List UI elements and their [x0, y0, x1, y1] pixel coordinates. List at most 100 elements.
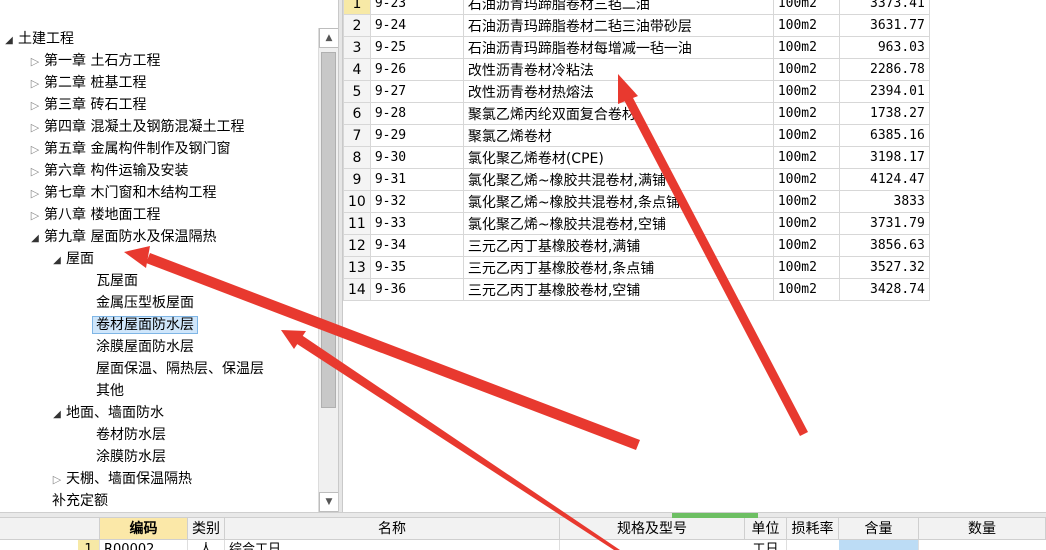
table-row[interactable]: 13 9-35 三元乙丙丁基橡胶卷材,条点铺 100m2 3527.32	[343, 256, 930, 279]
tree-item-label[interactable]: 第七章 木门窗和木结构工程	[44, 185, 216, 201]
tree-item[interactable]: ▷ 天棚、墙面保温隔热	[52, 468, 192, 490]
quota-unit[interactable]: 100m2	[772, 146, 840, 169]
quota-code[interactable]: 9-32	[369, 190, 464, 213]
tree-item-label[interactable]: 第六章 构件运输及安装	[44, 163, 188, 179]
quota-name[interactable]: 三元乙丙丁基橡胶卷材,满铺	[462, 234, 774, 257]
collapsed-triangle-icon[interactable]: ▷	[30, 95, 40, 117]
tree-item[interactable]: ◢ 第九章 屋面防水及保温隔热	[30, 226, 216, 248]
quota-price[interactable]: 963.03	[838, 36, 930, 59]
table-row[interactable]: 9 9-31 氯化聚乙烯~橡胶共混卷材,满铺 100m2 4124.47	[343, 168, 930, 191]
resource-type[interactable]: 人	[188, 540, 225, 550]
scroll-down-button[interactable]: ▼	[319, 492, 339, 512]
column-header-type[interactable]: 类别	[188, 518, 225, 540]
quota-unit[interactable]: 100m2	[772, 256, 840, 279]
row-number[interactable]: 14	[343, 278, 371, 301]
resource-content[interactable]	[839, 540, 919, 550]
quota-price[interactable]: 3198.17	[838, 146, 930, 169]
quota-unit[interactable]: 100m2	[772, 190, 840, 213]
tree-item-label[interactable]: 第九章 屋面防水及保温隔热	[44, 229, 216, 245]
quota-code[interactable]: 9-26	[369, 58, 464, 81]
collapsed-triangle-icon[interactable]: ▷	[30, 161, 40, 183]
row-number[interactable]: 11	[343, 212, 371, 235]
tree-item[interactable]: ▷ 第七章 木门窗和木结构工程	[30, 182, 217, 205]
row-number[interactable]: 13	[343, 256, 371, 279]
quota-name[interactable]: 聚氯乙烯卷材	[462, 124, 774, 147]
tree-item-label[interactable]: 屋面保温、隔热层、保温层	[96, 361, 264, 377]
quota-price[interactable]: 6385.16	[838, 124, 930, 147]
quota-code[interactable]: 9-30	[369, 146, 464, 169]
expanded-triangle-icon[interactable]: ◢	[52, 404, 62, 426]
tree-item[interactable]: 涂膜屋面防水层	[96, 336, 194, 358]
row-number[interactable]: 2	[343, 14, 371, 37]
tree-item[interactable]: ▷ 第一章 土石方工程	[30, 50, 161, 72]
quota-name[interactable]: 改性沥青卷材热熔法	[462, 80, 774, 103]
row-number[interactable]: 12	[343, 234, 371, 257]
scrollbar-thumb[interactable]	[321, 52, 336, 408]
table-row[interactable]: 2 9-24 石油沥青玛蹄脂卷材二毡三油带砂层 100m2 3631.77	[343, 14, 930, 37]
quota-unit[interactable]: 100m2	[772, 0, 840, 15]
tree-scrollbar[interactable]: ▲ ▼	[318, 28, 339, 512]
tree-item[interactable]: ◢ 屋面	[52, 248, 94, 270]
tree-item[interactable]: ◢ 地面、墙面防水	[52, 402, 164, 424]
column-header-spec[interactable]: 规格及型号	[560, 518, 745, 540]
quota-code[interactable]: 9-33	[369, 212, 464, 235]
quota-code[interactable]: 9-25	[369, 36, 464, 59]
quota-price[interactable]: 3373.41	[838, 0, 930, 15]
quota-code[interactable]: 9-31	[369, 168, 464, 191]
collapsed-triangle-icon[interactable]: ▷	[52, 469, 62, 491]
quota-price[interactable]: 3731.79	[838, 212, 930, 235]
column-header-name[interactable]: 名称	[225, 518, 560, 540]
tree-item-label[interactable]: 涂膜防水层	[96, 449, 166, 465]
quota-unit[interactable]: 100m2	[772, 80, 840, 103]
row-number[interactable]: 7	[343, 124, 371, 147]
quota-unit[interactable]: 100m2	[772, 14, 840, 37]
tree-item-label[interactable]: 第四章 混凝土及钢筋混凝土工程	[44, 119, 244, 135]
table-row[interactable]: 1 R00002 人 综合工日 工日	[0, 540, 1046, 550]
quota-price[interactable]: 4124.47	[838, 168, 930, 191]
expanded-triangle-icon[interactable]: ◢	[4, 30, 14, 52]
tree-item-label[interactable]: 金属压型板屋面	[96, 295, 194, 311]
quota-price[interactable]: 2286.78	[838, 58, 930, 81]
quota-name[interactable]: 三元乙丙丁基橡胶卷材,条点铺	[462, 256, 774, 279]
column-header-quantity[interactable]: 数量	[919, 518, 1046, 540]
collapsed-triangle-icon[interactable]: ▷	[30, 73, 40, 95]
tree-item-label[interactable]: 第八章 楼地面工程	[44, 207, 160, 223]
resource-name[interactable]: 综合工日	[225, 540, 560, 550]
table-row[interactable]: 8 9-30 氯化聚乙烯卷材(CPE) 100m2 3198.17	[343, 146, 930, 169]
quota-price[interactable]: 3428.74	[838, 278, 930, 301]
quota-unit[interactable]: 100m2	[772, 124, 840, 147]
tree-item[interactable]: 卷材屋面防水层	[92, 314, 198, 336]
tree-item-label[interactable]: 瓦屋面	[96, 273, 138, 289]
tree-item[interactable]: 金属压型板屋面	[96, 292, 194, 314]
tree-item[interactable]: ◢ 土建工程	[4, 28, 74, 50]
tree-item-label[interactable]: 第五章 金属构件制作及钢门窗	[44, 141, 230, 157]
quota-name[interactable]: 氯化聚乙烯~橡胶共混卷材,满铺	[462, 168, 774, 191]
tree-item-label[interactable]: 补充定额	[52, 493, 108, 509]
collapsed-triangle-icon[interactable]: ▷	[30, 117, 40, 139]
tree-item-label[interactable]: 屋面	[66, 251, 94, 267]
resource-code[interactable]: R00002	[100, 540, 188, 550]
row-number[interactable]: 9	[343, 168, 371, 191]
tree-item-label[interactable]: 涂膜屋面防水层	[96, 339, 194, 355]
column-header-unit[interactable]: 单位	[745, 518, 787, 540]
quota-code[interactable]: 9-29	[369, 124, 464, 147]
quota-price[interactable]: 3833	[838, 190, 930, 213]
scroll-up-button[interactable]: ▲	[319, 28, 339, 48]
tree-item-label[interactable]: 地面、墙面防水	[66, 405, 164, 421]
quota-unit[interactable]: 100m2	[772, 102, 840, 125]
quota-name[interactable]: 氯化聚乙烯~橡胶共混卷材,条点铺	[462, 190, 774, 213]
expanded-triangle-icon[interactable]: ◢	[52, 250, 62, 272]
tree-item[interactable]: ▷ 第三章 砖石工程	[30, 94, 147, 117]
collapsed-triangle-icon[interactable]: ▷	[30, 183, 40, 205]
quota-unit[interactable]: 100m2	[772, 58, 840, 81]
tree-item[interactable]: 瓦屋面	[96, 270, 138, 292]
tree-item-label[interactable]: 卷材防水层	[96, 427, 166, 443]
quota-name[interactable]: 聚氯乙烯丙纶双面复合卷材	[462, 102, 774, 125]
column-header-content[interactable]: 含量	[839, 518, 919, 540]
table-row[interactable]: 12 9-34 三元乙丙丁基橡胶卷材,满铺 100m2 3856.63	[343, 234, 930, 257]
table-row[interactable]: 3 9-25 石油沥青玛蹄脂卷材每增减一毡一油 100m2 963.03	[343, 36, 930, 59]
table-row[interactable]: 6 9-28 聚氯乙烯丙纶双面复合卷材 100m2 1738.27	[343, 102, 930, 125]
resource-unit[interactable]: 工日	[745, 540, 787, 550]
quota-code[interactable]: 9-24	[369, 14, 464, 37]
quota-code[interactable]: 9-23	[369, 0, 464, 15]
